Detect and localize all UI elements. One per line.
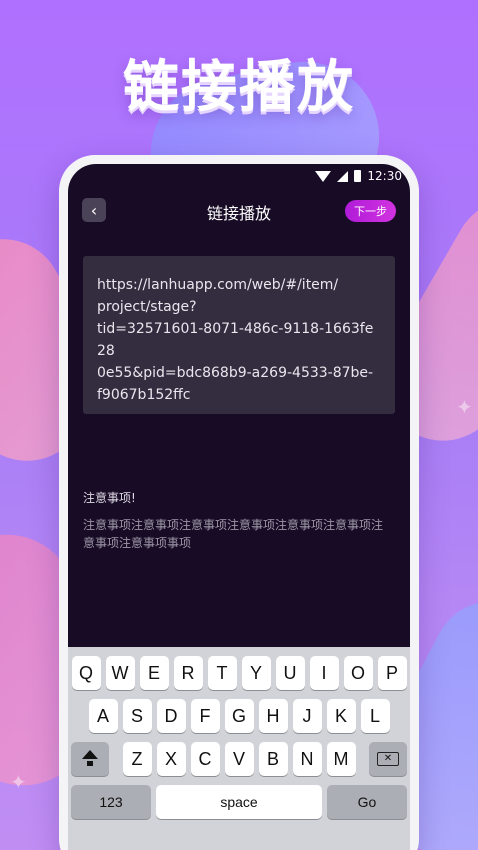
url-line: 0e55&pid=bdc868b9-a269-4533-87be-: [97, 365, 374, 381]
key-f[interactable]: F: [190, 699, 220, 733]
key-i[interactable]: I: [309, 656, 339, 690]
key-b[interactable]: B: [258, 742, 288, 776]
key-v[interactable]: V: [224, 742, 254, 776]
url-line: https://lanhuapp.com/web/#/item/: [97, 277, 339, 293]
key-n[interactable]: N: [292, 742, 322, 776]
go-key[interactable]: Go: [327, 785, 407, 819]
key-e[interactable]: E: [139, 656, 169, 690]
promo-headline: 链接播放: [123, 55, 355, 120]
phone-frame: 12:30 ‹ 链接播放 下一步 https://lanhuapp.com/we…: [59, 155, 419, 850]
key-o[interactable]: O: [343, 656, 373, 690]
wifi-icon: [315, 170, 332, 182]
delete-key[interactable]: ✕: [369, 742, 407, 776]
url-input[interactable]: https://lanhuapp.com/web/#/item/ project…: [83, 256, 395, 414]
key-r[interactable]: R: [173, 656, 203, 690]
keyboard: Q W E R T Y U I O P A S D F G H J K L Z …: [68, 647, 410, 850]
app-screen: 12:30 ‹ 链接播放 下一步 https://lanhuapp.com/we…: [68, 164, 410, 850]
key-d[interactable]: D: [156, 699, 186, 733]
url-line: tid=32571601-8071-486c-9118-1663fe28: [97, 321, 374, 359]
key-k[interactable]: K: [326, 699, 356, 733]
url-line: f9067b152ffc: [97, 387, 191, 403]
keyboard-row-1: Q W E R T Y U I O P: [68, 656, 410, 690]
keyboard-row-2: A S D F G H J K L: [68, 699, 410, 733]
key-w[interactable]: W: [105, 656, 135, 690]
key-x[interactable]: X: [156, 742, 186, 776]
key-u[interactable]: U: [275, 656, 305, 690]
notice-title: 注意事项!: [83, 491, 136, 505]
key-l[interactable]: L: [360, 699, 390, 733]
keyboard-row-3: Z X C V B N M ✕: [68, 742, 410, 776]
shift-icon: [82, 750, 98, 766]
space-key[interactable]: space: [156, 785, 322, 819]
backspace-icon: ✕: [377, 752, 399, 766]
key-h[interactable]: H: [258, 699, 288, 733]
numbers-key[interactable]: 123: [71, 785, 151, 819]
signal-icon: [337, 170, 349, 182]
keyboard-row-4: 123 space Go: [68, 785, 410, 819]
shift-key[interactable]: [71, 742, 109, 776]
key-m[interactable]: M: [326, 742, 356, 776]
next-step-button[interactable]: 下一步: [345, 200, 396, 222]
url-line: project/stage?: [97, 299, 197, 315]
key-t[interactable]: T: [207, 656, 237, 690]
nav-bar: ‹ 链接播放 下一步: [68, 191, 410, 231]
sparkle-icon: ✦: [456, 395, 473, 419]
notice-body: 注意事项注意事项注意事项注意事项注意事项注意事项注意事项注意事项事项: [83, 518, 384, 550]
key-q[interactable]: Q: [71, 656, 101, 690]
sparkle-icon: ✦: [10, 770, 27, 794]
key-c[interactable]: C: [190, 742, 220, 776]
key-j[interactable]: J: [292, 699, 322, 733]
battery-icon: [354, 170, 362, 182]
key-z[interactable]: Z: [122, 742, 152, 776]
status-bar: 12:30: [68, 165, 410, 187]
key-a[interactable]: A: [88, 699, 118, 733]
key-s[interactable]: S: [122, 699, 152, 733]
key-y[interactable]: Y: [241, 656, 271, 690]
key-g[interactable]: G: [224, 699, 254, 733]
status-time: 12:30: [367, 169, 402, 183]
key-p[interactable]: P: [377, 656, 407, 690]
